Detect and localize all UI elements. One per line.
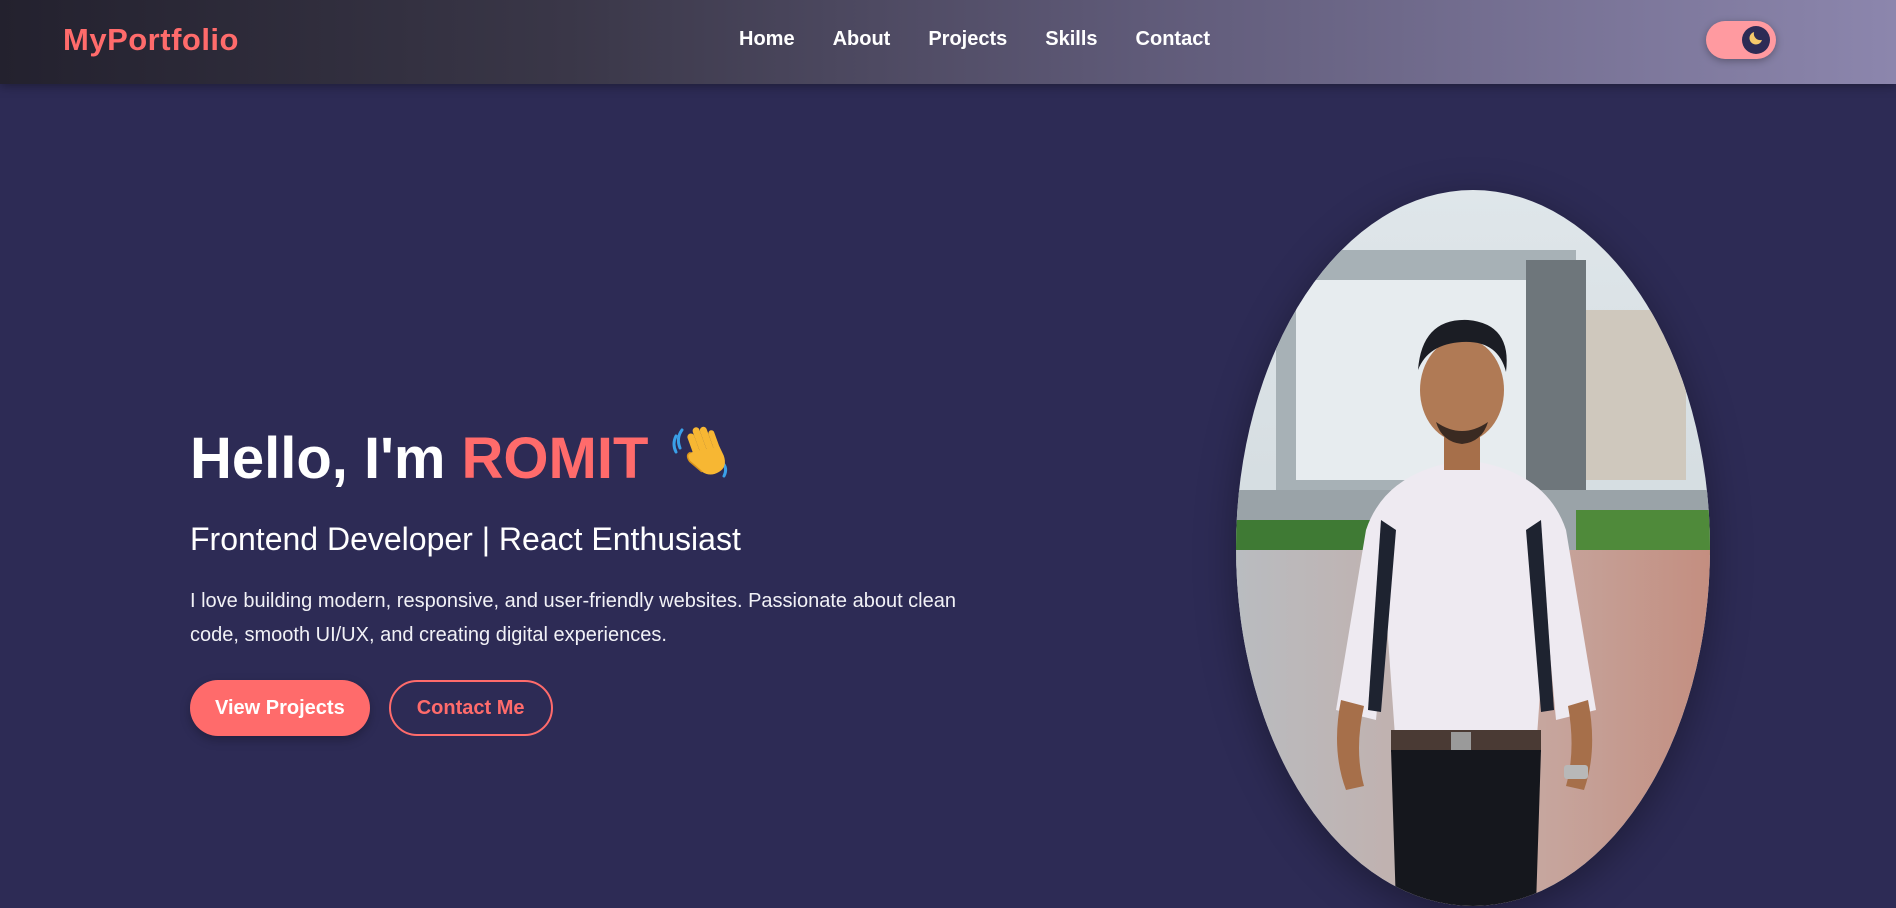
profile-photo: [1236, 190, 1710, 906]
contact-me-button[interactable]: Contact Me: [388, 680, 553, 736]
hero-subtitle: Frontend Developer | React Enthusiast: [190, 521, 741, 557]
nav-link-projects[interactable]: Projects: [928, 28, 1007, 51]
hero-section: Hello, I'm ROMIT Frontend Developer | Re…: [190, 418, 970, 736]
nav-link-about[interactable]: About: [833, 28, 891, 51]
hero-description: I love building modern, responsive, and …: [190, 590, 956, 646]
nav-link-contact[interactable]: Contact: [1136, 28, 1210, 51]
toggle-knob: [1742, 26, 1770, 54]
hero-greeting: Hello, I'm: [190, 425, 446, 491]
hero-name: ROMIT: [461, 425, 649, 491]
view-projects-button[interactable]: View Projects: [190, 680, 370, 736]
nav-link-skills[interactable]: Skills: [1045, 28, 1097, 51]
moon-icon: [1747, 29, 1765, 52]
waving-hand-icon: [670, 418, 734, 499]
navbar: MyPortfolio Home About Projects Skills C…: [0, 0, 1896, 84]
nav-link-home[interactable]: Home: [739, 28, 795, 51]
site-logo[interactable]: MyPortfolio: [63, 22, 239, 58]
theme-toggle[interactable]: [1706, 21, 1776, 59]
nav-links: Home About Projects Skills Contact: [739, 28, 1248, 51]
hero-title: Hello, I'm ROMIT: [190, 418, 970, 499]
hero-buttons: View Projects Contact Me: [190, 680, 970, 736]
